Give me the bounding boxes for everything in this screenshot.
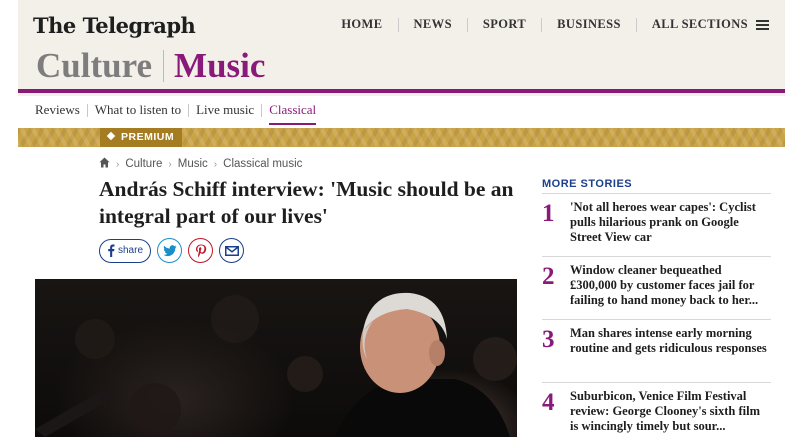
breadcrumb-culture[interactable]: Culture [125, 158, 162, 170]
hamburger-menu-icon[interactable] [756, 18, 769, 32]
story-title[interactable]: Window cleaner bequeathed £300,000 by cu… [570, 263, 771, 319]
story-title[interactable]: Man shares intense early morning routine… [570, 326, 771, 382]
more-stories-list: 1 'Not all heroes wear capes': Cyclist p… [542, 193, 771, 437]
nav-business[interactable]: BUSINESS [557, 17, 621, 32]
twitter-share-button[interactable] [157, 238, 183, 263]
subnav-live-music[interactable]: Live music [196, 102, 254, 118]
nav-divider [635, 17, 637, 32]
premium-label: PREMIUM [121, 131, 175, 143]
subnav-reviews[interactable]: Reviews [35, 102, 80, 118]
nav-news[interactable]: NEWS [414, 17, 452, 32]
story-item[interactable]: 2 Window cleaner bequeathed £300,000 by … [542, 256, 771, 319]
more-stories-heading: MORE STORIES [542, 178, 633, 190]
story-item[interactable]: 1 'Not all heroes wear capes': Cyclist p… [542, 193, 771, 256]
story-rank: 3 [542, 326, 555, 353]
subnav-what-to-listen-to[interactable]: What to listen to [95, 102, 181, 118]
story-rank: 1 [542, 200, 555, 227]
breadcrumb-classical-music[interactable]: Classical music [223, 158, 302, 170]
chevron-right-icon: › [213, 158, 218, 170]
chevron-right-icon: › [168, 158, 172, 170]
share-label: share [118, 245, 144, 256]
email-icon [224, 245, 239, 256]
chevron-right-icon: › [116, 158, 120, 170]
pinterest-share-button[interactable] [188, 238, 214, 263]
nav-home[interactable]: HOME [341, 17, 382, 32]
masthead: The Telegraph HOME NEWS SPORT BUSINESS A… [18, 0, 785, 96]
nav-divider [466, 17, 468, 32]
story-item[interactable]: 4 Suburbicon, Venice Film Festival revie… [542, 382, 771, 437]
article-hero-image [35, 279, 517, 437]
home-icon[interactable] [99, 157, 110, 171]
section-title: Culture Music [36, 46, 265, 86]
section-rule [18, 89, 785, 93]
section-subnav: Reviews What to listen to Live music Cla… [35, 102, 317, 125]
facebook-icon [108, 244, 115, 257]
nav-divider [541, 17, 543, 32]
section-parent[interactable]: Culture [36, 46, 152, 86]
breadcrumb: › Culture › Music › Classical music [99, 157, 302, 171]
section-current[interactable]: Music [174, 46, 265, 86]
premium-banner: PREMIUM [18, 128, 785, 147]
subnav-classical[interactable]: Classical [269, 102, 317, 125]
subnav-divider [261, 103, 263, 117]
breadcrumb-music[interactable]: Music [178, 158, 208, 170]
nav-all-sections[interactable]: ALL SECTIONS [652, 17, 748, 32]
telegraph-logo[interactable]: The Telegraph [33, 13, 196, 38]
story-title[interactable]: Suburbicon, Venice Film Festival review:… [570, 389, 771, 437]
diamond-icon [106, 131, 116, 141]
twitter-icon [163, 244, 177, 256]
story-item[interactable]: 3 Man shares intense early morning routi… [542, 319, 771, 382]
premium-tag: PREMIUM [100, 128, 183, 147]
subnav-divider [86, 103, 88, 117]
top-nav: HOME NEWS SPORT BUSINESS ALL SECTIONS [341, 17, 769, 32]
story-rank: 4 [542, 389, 555, 416]
story-rank: 2 [542, 263, 555, 290]
nav-divider [397, 17, 399, 32]
pianist-photo [35, 292, 517, 437]
facebook-share-button[interactable]: share [99, 238, 152, 263]
section-divider [163, 50, 165, 82]
subnav-divider [188, 103, 190, 117]
share-bar: share [99, 238, 250, 263]
pinterest-icon [195, 244, 206, 257]
story-title[interactable]: 'Not all heroes wear capes': Cyclist pul… [570, 200, 771, 256]
article-headline: András Schiff interview: 'Music should b… [99, 177, 514, 228]
email-share-button[interactable] [219, 238, 245, 263]
nav-sport[interactable]: SPORT [483, 17, 526, 32]
